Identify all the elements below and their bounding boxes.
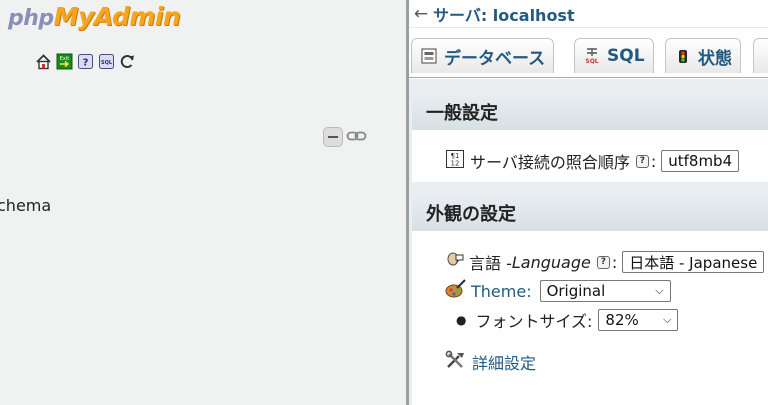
exit-icon[interactable]: Exit [56,53,73,70]
language-select-value: 日本語 - Japanese [629,253,758,272]
back-arrow-icon[interactable]: ← [409,4,433,24]
svg-text:SQL: SQL [101,60,113,66]
home-icon[interactable] [35,53,52,70]
reload-icon[interactable] [119,53,136,70]
collation-row: ¶1 12 サーバ接続の照合順序 ?: utf8mb4 [412,130,768,173]
language-row: 言語 - Language ?: 日本語 - Japanese [412,231,768,274]
collation-icon: ¶1 12 [445,149,465,173]
appearance-settings-section: 外観の設定 言語 - Language ?: 日本語 - Japanese Th… [412,195,768,405]
settings-content: 一般設定 ¶1 12 サーバ接続の照合順序 ?: utf8mb4 外観の設定 言語… [409,79,768,405]
fontsize-row: ● フォントサイズ: 82% ⌵ [412,303,768,332]
general-settings-title: 一般設定 [412,94,768,130]
language-icon [445,250,465,274]
logo-php-text: php [8,6,54,31]
theme-palette-icon [445,279,467,303]
navigation-panel: phpMyAdmin Exit ? SQL chema [0,0,406,405]
tab-status[interactable]: 状態 [665,38,741,73]
chevron-down-icon: ⌵ [663,313,672,326]
phpmyadmin-logo[interactable]: phpMyAdmin [8,2,181,34]
link-with-main-icon[interactable] [346,128,368,147]
tree-database-item[interactable]: chema [0,196,51,215]
tab-status-label: 状態 [698,48,732,69]
language-label: 言語 - [469,254,512,273]
help-icon[interactable]: ? [635,154,649,168]
fontsize-label: フォントサイズ: [475,312,593,331]
general-settings-section: 一般設定 ¶1 12 サーバ接続の照合順序 ?: utf8mb4 [412,94,768,182]
chevron-down-icon: ⌵ [655,284,664,297]
server-breadcrumb-link[interactable]: サーバ: localhost [433,2,575,26]
fontsize-select-value: 82% [605,311,639,329]
breadcrumb: ← サーバ: localhost [409,0,768,28]
sql-icon: SQL [583,47,601,65]
theme-select-value: Original [546,282,606,300]
language-select[interactable]: 日本語 - Japanese [622,251,765,273]
tab-more[interactable] [753,38,768,73]
tools-icon [445,350,467,374]
tab-databases[interactable]: データベース [411,38,555,73]
status-icon [674,47,692,65]
docs-icon[interactable]: ? [77,53,94,70]
tab-databases-label: データベース [444,48,546,69]
help-icon[interactable]: ? [596,255,610,269]
sql-docs-icon[interactable]: SQL [98,53,115,70]
database-icon [420,47,438,65]
nav-icon-bar: Exit ? SQL [35,53,136,70]
logo-myadmin-text: MyAdmin [53,2,181,31]
theme-link[interactable]: Theme: [471,282,532,301]
tab-bar: データベース SQL SQL 状態 [409,28,768,78]
tab-sql[interactable]: SQL SQL [574,38,654,73]
svg-text:Exit: Exit [60,56,70,62]
more-settings-link[interactable]: 詳細設定 [472,350,536,374]
tab-sql-label: SQL [607,46,645,66]
more-settings-row: 詳細設定 [412,332,768,374]
svg-text:SQL: SQL [585,58,598,65]
collation-select-value: utf8mb4 [668,152,733,170]
language-label-en: Language [511,252,591,272]
tree-controls [323,127,368,147]
bullet-icon: ● [456,313,467,327]
collapse-all-button[interactable] [323,127,343,147]
theme-select[interactable]: Original ⌵ [539,280,671,302]
theme-row: Theme: Original ⌵ [412,274,768,303]
svg-text:12: 12 [451,160,460,168]
svg-text:?: ? [83,58,89,69]
collation-select[interactable]: utf8mb4 [661,150,740,172]
appearance-settings-title: 外観の設定 [412,195,768,231]
collation-label: サーバ接続の照合順序 [470,153,630,172]
main-panel: ← サーバ: localhost データベース SQL SQL 状態 一般設定 [409,0,768,405]
fontsize-select[interactable]: 82% ⌵ [598,309,679,331]
